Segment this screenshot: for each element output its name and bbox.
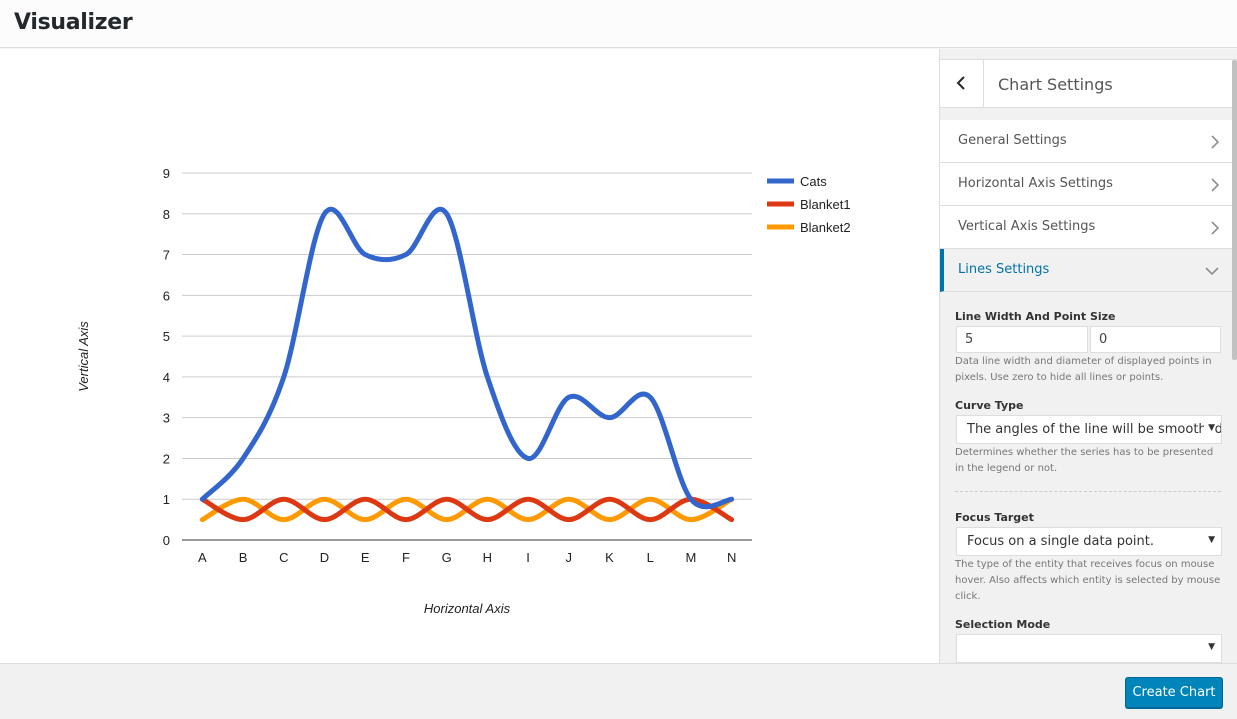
curve-type-value: The angles of the line will be smoothed.: [967, 422, 1222, 437]
curve-type-select[interactable]: The angles of the line will be smoothed.…: [956, 415, 1222, 444]
section-lines-settings[interactable]: Lines Settings: [940, 249, 1237, 292]
y-tick-label: 4: [163, 370, 170, 385]
divider: [955, 491, 1221, 492]
section-label: Lines Settings: [958, 262, 1050, 277]
lines-settings-panel: Line Width And Point Size 5 0 Data line …: [940, 292, 1237, 663]
sidebar-title: Chart Settings: [998, 75, 1113, 94]
chevron-left-icon: [956, 76, 965, 90]
y-tick-label: 6: [163, 288, 170, 303]
top-bar: Visualizer: [0, 0, 1237, 48]
chevron-right-icon: [1211, 221, 1219, 235]
x-tick-label: K: [605, 550, 614, 565]
x-tick-label: D: [320, 550, 329, 565]
x-tick-label: F: [402, 550, 410, 565]
x-tick-label: E: [361, 550, 370, 565]
create-chart-button[interactable]: Create Chart: [1125, 677, 1223, 708]
y-tick-label: 2: [163, 451, 170, 466]
focus-target-select[interactable]: Focus on a single data point. ▼: [956, 527, 1222, 556]
x-tick-label: H: [483, 550, 492, 565]
back-button[interactable]: [940, 60, 984, 107]
section-label: Vertical Axis Settings: [958, 219, 1096, 234]
bottom-bar: Create Chart: [0, 663, 1237, 719]
y-tick-label: 1: [163, 492, 170, 507]
chart-area: 0 1 2 3 4 5 6 7 8 9 A B C D E F G H I J K L M N Horizontal Axis V…: [0, 49, 939, 663]
section-vertical-axis-settings[interactable]: Vertical Axis Settings: [940, 206, 1237, 249]
y-tick-label: 8: [163, 207, 170, 222]
x-axis-title: Horizontal Axis: [424, 601, 511, 616]
line-width-input[interactable]: 5: [956, 326, 1088, 353]
line-width-title: Line Width And Point Size: [955, 310, 1116, 323]
sidebar-scrollbar[interactable]: [1232, 60, 1237, 360]
point-size-input[interactable]: 0: [1090, 326, 1221, 353]
section-horizontal-axis-settings[interactable]: Horizontal Axis Settings: [940, 163, 1237, 206]
x-tick-label: A: [198, 550, 207, 565]
y-axis-title: Vertical Axis: [76, 321, 91, 392]
line-chart: 0 1 2 3 4 5 6 7 8 9 A B C D E F G H I J K L M N Horizontal Axis V…: [76, 166, 851, 616]
x-tick-label: N: [727, 550, 736, 565]
chevron-right-icon: [1211, 178, 1219, 192]
selection-mode-select[interactable]: ▼: [956, 634, 1222, 663]
x-tick-label: B: [239, 550, 248, 565]
dropdown-caret-icon: ▼: [1204, 423, 1215, 433]
settings-sidebar: Chart Settings General Settings Horizont…: [939, 49, 1237, 663]
focus-target-description: The type of the entity that receives foc…: [955, 559, 1221, 602]
series-line-cats: [199, 207, 735, 510]
x-tick-label: M: [686, 550, 697, 565]
sidebar-header: Chart Settings: [940, 59, 1237, 108]
curve-type-description: Determines whether the series has to be …: [955, 447, 1214, 474]
x-tick-label: I: [526, 550, 530, 565]
y-tick-label: 7: [163, 248, 170, 263]
section-label: Horizontal Axis Settings: [958, 176, 1113, 191]
chevron-down-icon: [1205, 267, 1219, 275]
selection-mode-title: Selection Mode: [955, 618, 1051, 631]
y-tick-label: 3: [163, 411, 170, 426]
section-label: General Settings: [958, 133, 1067, 148]
y-tick-label: 9: [163, 166, 170, 181]
y-tick-label: 5: [163, 329, 170, 344]
legend-label: Blanket2: [800, 220, 851, 235]
legend-label: Blanket1: [800, 197, 851, 212]
x-tick-label: J: [566, 550, 573, 565]
dropdown-caret-icon: ▼: [1204, 535, 1215, 545]
x-tick-label: G: [442, 550, 452, 565]
chevron-right-icon: [1211, 135, 1219, 149]
line-width-description: Data line width and diameter of displaye…: [955, 356, 1212, 383]
focus-target-title: Focus Target: [955, 511, 1034, 524]
app-title: Visualizer: [14, 10, 133, 35]
series-line-blanket1: [199, 496, 735, 523]
y-tick-label: 0: [163, 533, 170, 548]
section-general-settings[interactable]: General Settings: [940, 120, 1237, 163]
legend-label: Cats: [800, 174, 827, 189]
dropdown-caret-icon: ▼: [1204, 642, 1215, 652]
x-tick-label: C: [279, 550, 288, 565]
focus-target-value: Focus on a single data point.: [967, 534, 1155, 549]
x-tick-label: L: [647, 550, 654, 565]
curve-type-title: Curve Type: [955, 399, 1024, 412]
